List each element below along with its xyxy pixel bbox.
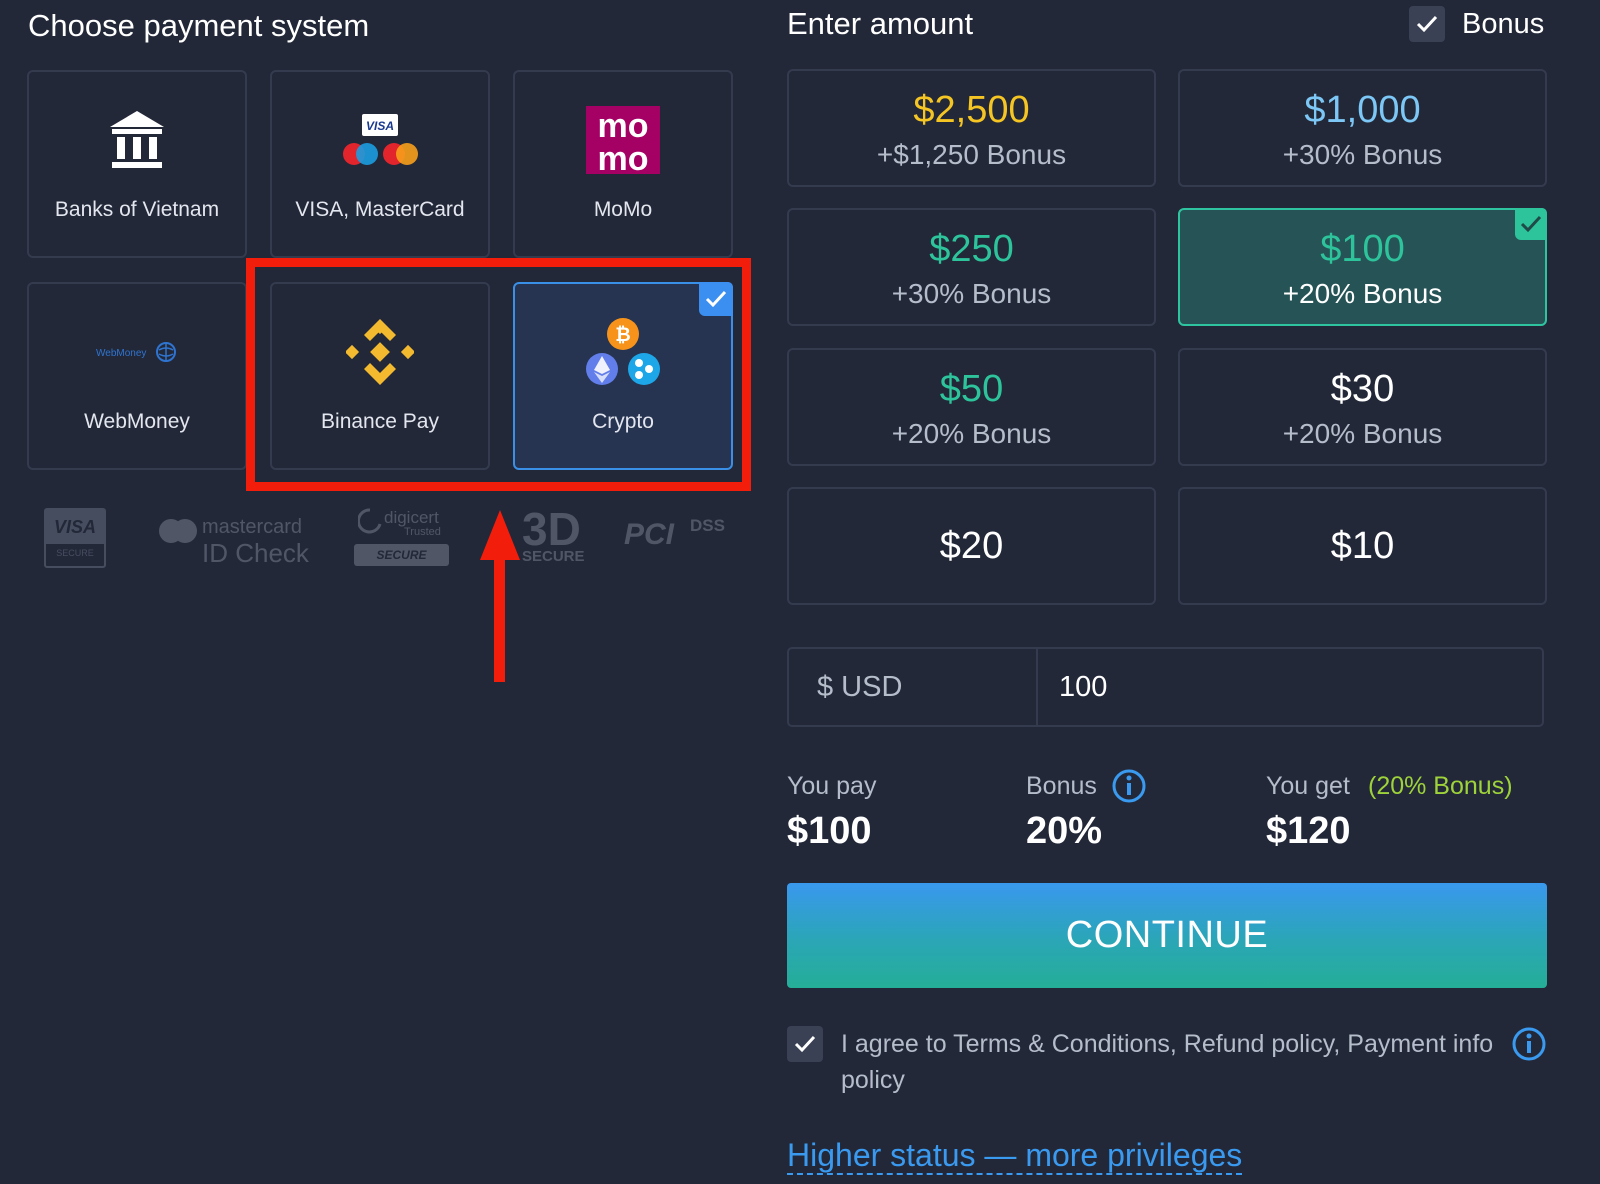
you-pay-label: You pay bbox=[787, 772, 877, 800]
amount-bonus: +30% Bonus bbox=[891, 278, 1052, 309]
amount-bonus: +20% Bonus bbox=[1282, 278, 1443, 309]
amount-section-title: Enter amount bbox=[787, 6, 974, 41]
bank-icon bbox=[29, 100, 245, 180]
webmoney-icon: WebMoney bbox=[29, 312, 245, 392]
amount-option-250[interactable]: $250 +30% Bonus bbox=[787, 208, 1156, 326]
bonus-value: 20% bbox=[1026, 810, 1103, 852]
mastercard-icon bbox=[159, 519, 197, 543]
amount-option-50[interactable]: $50 +20% Bonus bbox=[787, 348, 1156, 466]
amount-bonus: +30% Bonus bbox=[1282, 139, 1443, 170]
payment-section-title: Choose payment system bbox=[28, 8, 370, 43]
amount-bonus: +$1,250 Bonus bbox=[876, 139, 1067, 170]
amount-value: $250 bbox=[929, 228, 1014, 270]
check-icon bbox=[794, 1035, 816, 1053]
payment-method-visa-mastercard[interactable]: VISA VISA, MasterCard bbox=[270, 70, 490, 258]
info-icon[interactable] bbox=[1511, 1026, 1547, 1062]
svg-text:VISA: VISA bbox=[366, 119, 394, 133]
agree-text: I agree to Terms & Conditions, Refund po… bbox=[841, 1030, 1494, 1094]
digicert-logo: digicert Trusted SECURE bbox=[354, 506, 450, 570]
arrow-up-icon bbox=[480, 510, 520, 682]
you-get-bonus-note: (20% Bonus) bbox=[1368, 772, 1513, 800]
amount-value: $2,500 bbox=[913, 89, 1030, 131]
amount-bonus: +20% Bonus bbox=[1282, 418, 1443, 449]
amount-value: $30 bbox=[1330, 368, 1395, 410]
payment-method-label: Banks of Vietnam bbox=[54, 198, 220, 221]
amount-input[interactable]: 100 bbox=[1059, 649, 1107, 725]
amount-value: $10 bbox=[1330, 525, 1395, 567]
payment-method-label: VISA, MasterCard bbox=[295, 198, 465, 221]
amount-bonus: +20% Bonus bbox=[891, 418, 1052, 449]
payment-method-label: MoMo bbox=[593, 198, 653, 221]
check-icon bbox=[1416, 15, 1438, 33]
amount-option-10[interactable]: $10 bbox=[1178, 487, 1547, 605]
payment-method-banks-of-vietnam[interactable]: Banks of Vietnam bbox=[27, 70, 247, 258]
you-get-label: You get bbox=[1266, 772, 1350, 800]
svg-text:WebMoney: WebMoney bbox=[96, 348, 146, 359]
you-pay-value: $100 bbox=[787, 810, 872, 852]
bonus-label: Bonus bbox=[1026, 772, 1097, 800]
higher-status-link[interactable]: Higher status — more privileges bbox=[787, 1137, 1243, 1175]
mastercard-id-check-logo: mastercard ID Check bbox=[158, 512, 323, 572]
amount-option-100[interactable]: $100 +20% Bonus bbox=[1178, 208, 1547, 326]
highlight-box bbox=[246, 258, 751, 491]
payment-method-webmoney[interactable]: WebMoney WebMoney bbox=[27, 282, 247, 470]
amount-option-1000[interactable]: $1,000 +30% Bonus bbox=[1178, 69, 1547, 187]
amount-field[interactable]: $ USD 100 bbox=[787, 647, 1544, 727]
momo-icon: mo mo bbox=[515, 100, 731, 180]
info-icon[interactable] bbox=[1111, 768, 1147, 804]
amount-value: $1,000 bbox=[1304, 89, 1421, 131]
selected-check-icon bbox=[1515, 208, 1547, 240]
amount-option-2500[interactable]: $2,500 +$1,250 Bonus bbox=[787, 69, 1156, 187]
amount-value: $100 bbox=[1320, 228, 1405, 270]
visa-mastercard-icon: VISA bbox=[272, 100, 488, 180]
you-get-value: $120 bbox=[1266, 810, 1351, 852]
continue-button[interactable]: CONTINUE bbox=[787, 883, 1547, 988]
visa-secure-logo: VISA SECURE bbox=[44, 508, 106, 568]
bonus-toggle-label: Bonus bbox=[1462, 8, 1545, 40]
currency-label: $ USD bbox=[789, 649, 1038, 725]
payment-method-momo[interactable]: mo mo MoMo bbox=[513, 70, 733, 258]
pci-dss-logo: PCI DSS bbox=[624, 516, 725, 551]
svg-text:mo: mo bbox=[598, 140, 649, 174]
payment-method-label: WebMoney bbox=[84, 410, 190, 433]
bonus-toggle-checkbox[interactable] bbox=[1409, 6, 1445, 42]
digicert-icon bbox=[358, 508, 382, 534]
amount-option-30[interactable]: $30 +20% Bonus bbox=[1178, 348, 1547, 466]
amount-option-20[interactable]: $20 bbox=[787, 487, 1156, 605]
amount-value: $50 bbox=[939, 368, 1004, 410]
agree-checkbox[interactable] bbox=[787, 1026, 823, 1062]
amount-value: $20 bbox=[939, 525, 1004, 567]
